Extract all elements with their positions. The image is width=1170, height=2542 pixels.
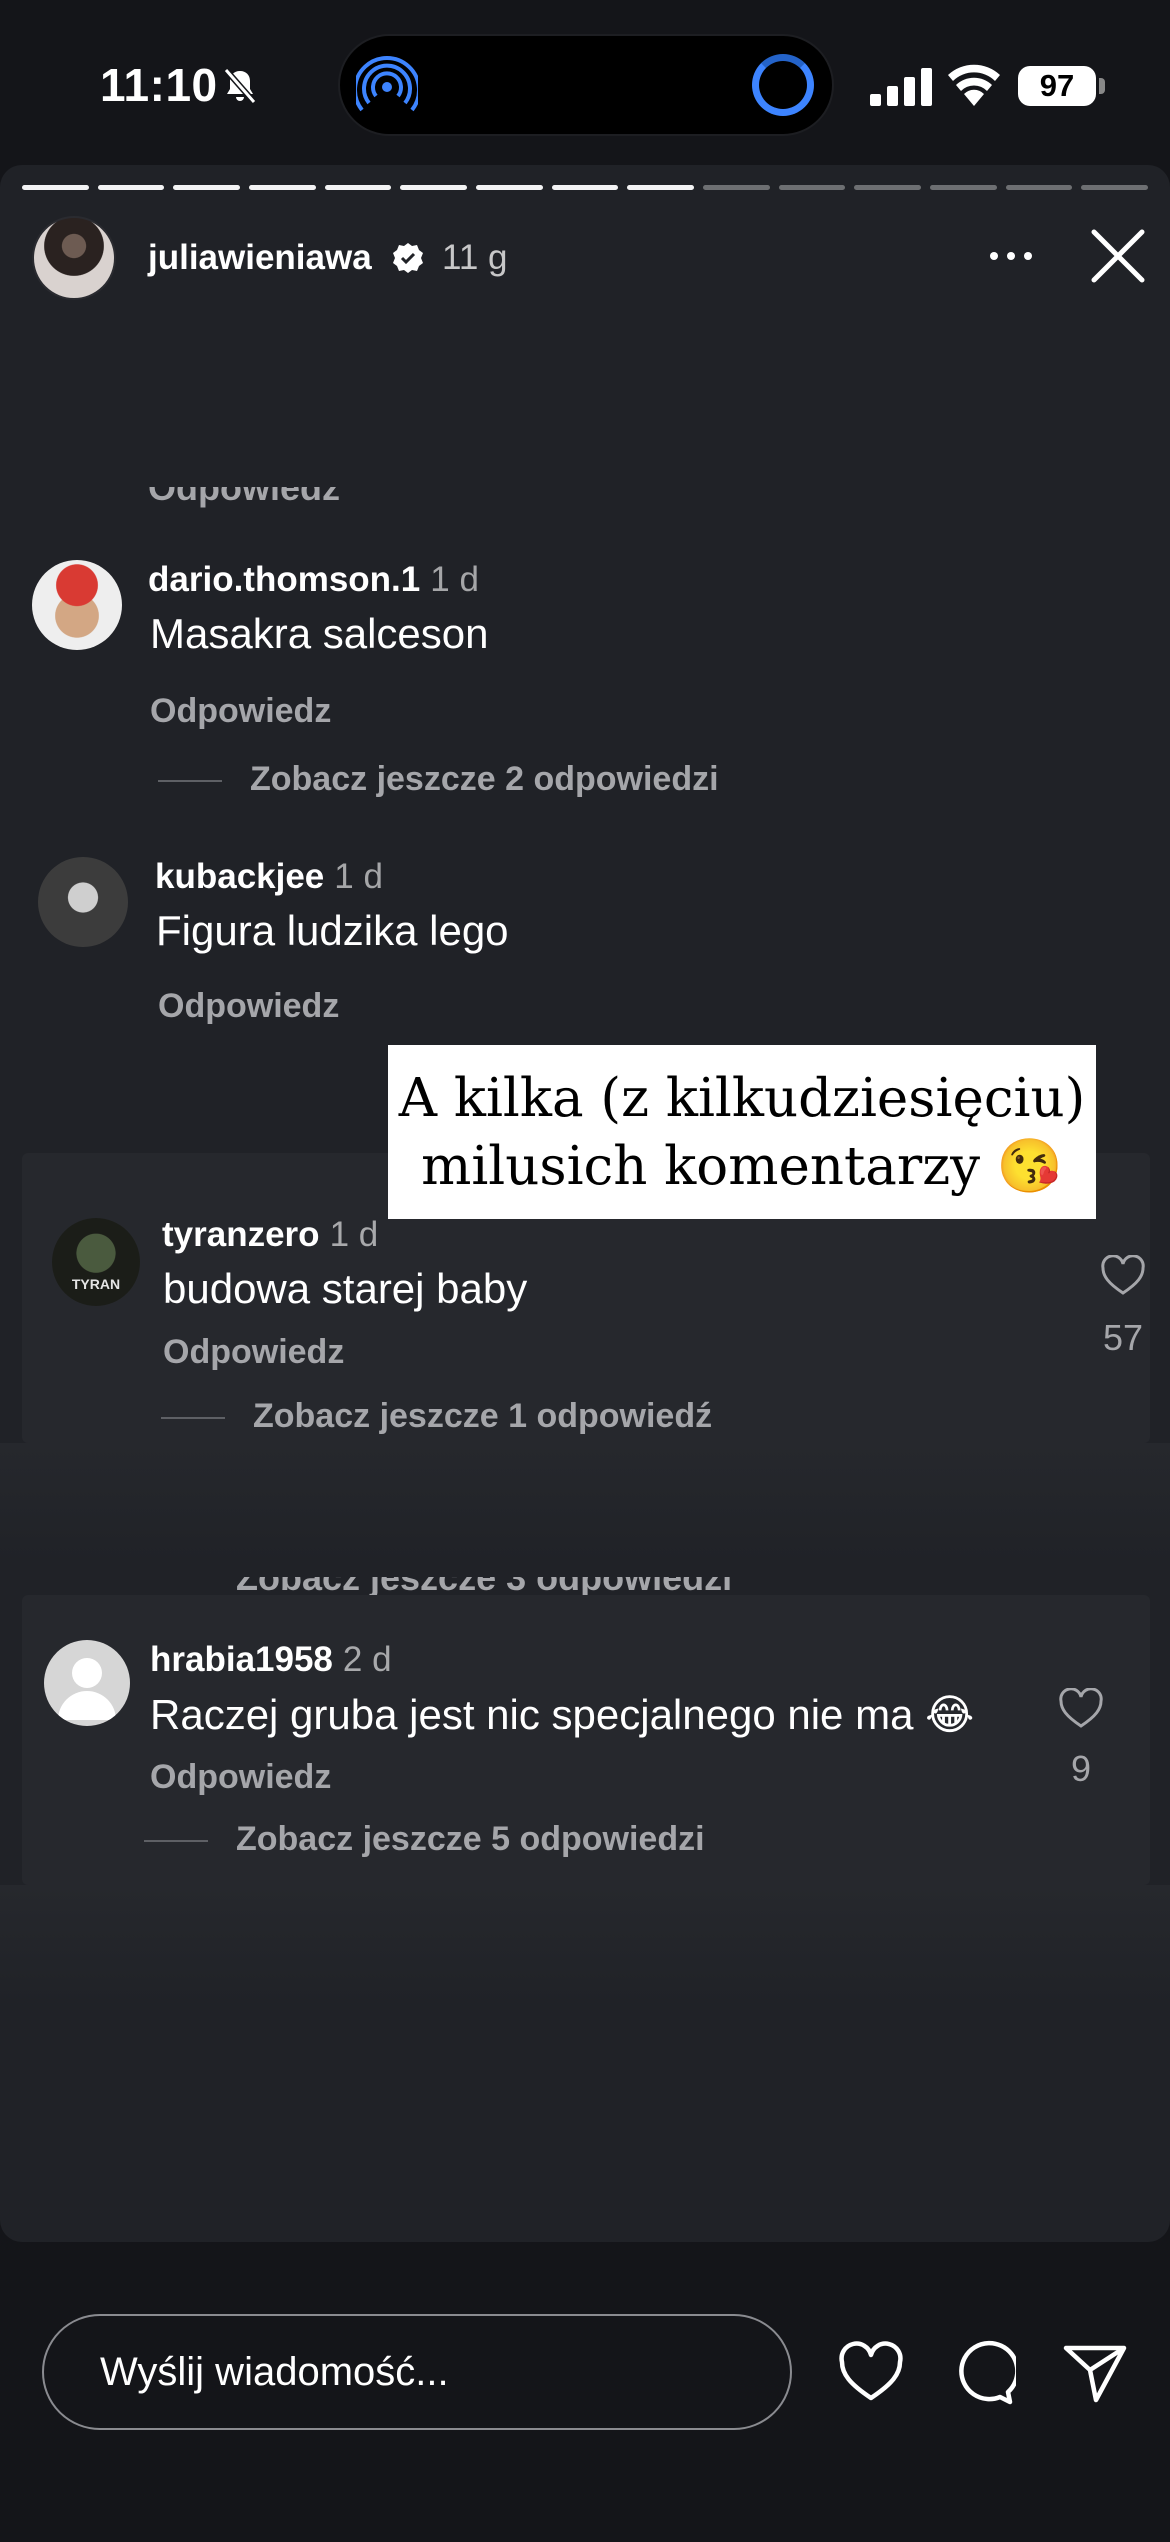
avatar[interactable]: TYRAN (52, 1218, 140, 1306)
message-input[interactable]: Wyślij wiadomość... (42, 2314, 792, 2430)
bell-slash-icon (223, 68, 257, 104)
reply-button[interactable]: Odpowiedz (150, 1758, 331, 1797)
like-heart-icon[interactable] (1100, 1255, 1146, 1297)
comment-text: budowa starej baby (163, 1265, 528, 1312)
view-more-replies-button[interactable]: Zobacz jeszcze 1 odpowiedź (160, 1397, 712, 1436)
progress-segment (1081, 185, 1149, 190)
avatar[interactable] (32, 216, 116, 300)
avatar-label: TYRAN (71, 1276, 121, 1292)
view-more-replies-button[interactable]: Zobacz jeszcze 2 odpowiedzi (158, 760, 719, 799)
panel-fade (0, 1443, 1170, 1563)
avatar[interactable] (44, 1640, 130, 1726)
comment-username[interactable]: dario.thomson.1 1 d (148, 560, 479, 600)
reply-button[interactable]: Odpowiedz (163, 1333, 344, 1372)
like-heart-icon[interactable] (1058, 1688, 1104, 1730)
status-bar: 11:10 97 (0, 0, 1170, 165)
caption-line-2: milusich komentarzy 😘 (421, 1136, 1063, 1197)
story-age: 11 g (442, 238, 508, 277)
comment-text: Raczej gruba jest nic specjalnego nie ma… (150, 1691, 975, 1738)
avatar[interactable] (32, 560, 122, 650)
comment-username[interactable]: tyranzero 1 d (162, 1215, 378, 1255)
signal-icon (870, 68, 932, 106)
progress-segment (324, 185, 392, 190)
cut-off-reply: Odpowiedz (148, 487, 340, 508)
reply-button[interactable]: Odpowiedz (150, 692, 331, 731)
battery-icon: 97 (1018, 66, 1096, 106)
progress-segment (173, 185, 241, 190)
close-icon[interactable] (1088, 226, 1148, 286)
story-username[interactable]: juliawieniawa (148, 238, 372, 278)
wifi-icon (948, 64, 1000, 106)
comment-username[interactable]: kubackjee 1 d (155, 857, 383, 897)
caption-line-1: A kilka (z kilkudziesięciu) (398, 1068, 1086, 1129)
verified-badge-icon (393, 243, 423, 273)
view-more-replies-button[interactable]: Zobacz jeszcze 5 odpowiedzi (144, 1820, 705, 1859)
comment-text: Masakra salceson (150, 610, 489, 657)
send-icon[interactable] (1062, 2340, 1128, 2406)
status-time: 11:10 (100, 59, 218, 111)
progress-segment (249, 185, 316, 190)
story-viewer[interactable]: juliawieniawa 11 g Odpowiedz dario.thoms… (0, 165, 1170, 2242)
airdrop-icon (356, 56, 418, 112)
comment-icon[interactable] (950, 2340, 1016, 2406)
story-caption-text: A kilka (z kilkudziesięciu) milusich kom… (388, 1045, 1096, 1219)
story-progress-bar (22, 185, 1149, 191)
progress-segment (1005, 185, 1073, 190)
progress-segment (930, 185, 997, 190)
reply-button[interactable]: Odpowiedz (158, 987, 339, 1026)
heart-icon[interactable] (838, 2340, 904, 2406)
comment-username[interactable]: hrabia1958 2 d (150, 1640, 392, 1680)
progress-segment (854, 185, 922, 190)
progress-segment (703, 185, 770, 190)
progress-segment (97, 185, 165, 190)
battery-tip (1099, 78, 1105, 94)
progress-segment (476, 185, 543, 190)
avatar[interactable] (38, 857, 128, 947)
story-header: juliawieniawa 11 g (0, 210, 1170, 310)
comment-text: Figura ludzika lego (156, 907, 509, 954)
progress-segment (778, 185, 846, 190)
default-avatar-icon (58, 1658, 116, 1720)
activity-ring-icon (752, 54, 814, 116)
panel-fade (0, 1885, 1170, 2005)
progress-segment (551, 185, 619, 190)
like-count: 57 (1102, 1317, 1144, 1358)
like-count: 9 (1070, 1748, 1092, 1789)
progress-segment (400, 185, 468, 190)
story-reply-bar: Wyślij wiadomość... (0, 2242, 1170, 2542)
progress-segment (22, 185, 89, 190)
more-options-icon[interactable] (986, 236, 1036, 276)
progress-segment (627, 185, 695, 190)
